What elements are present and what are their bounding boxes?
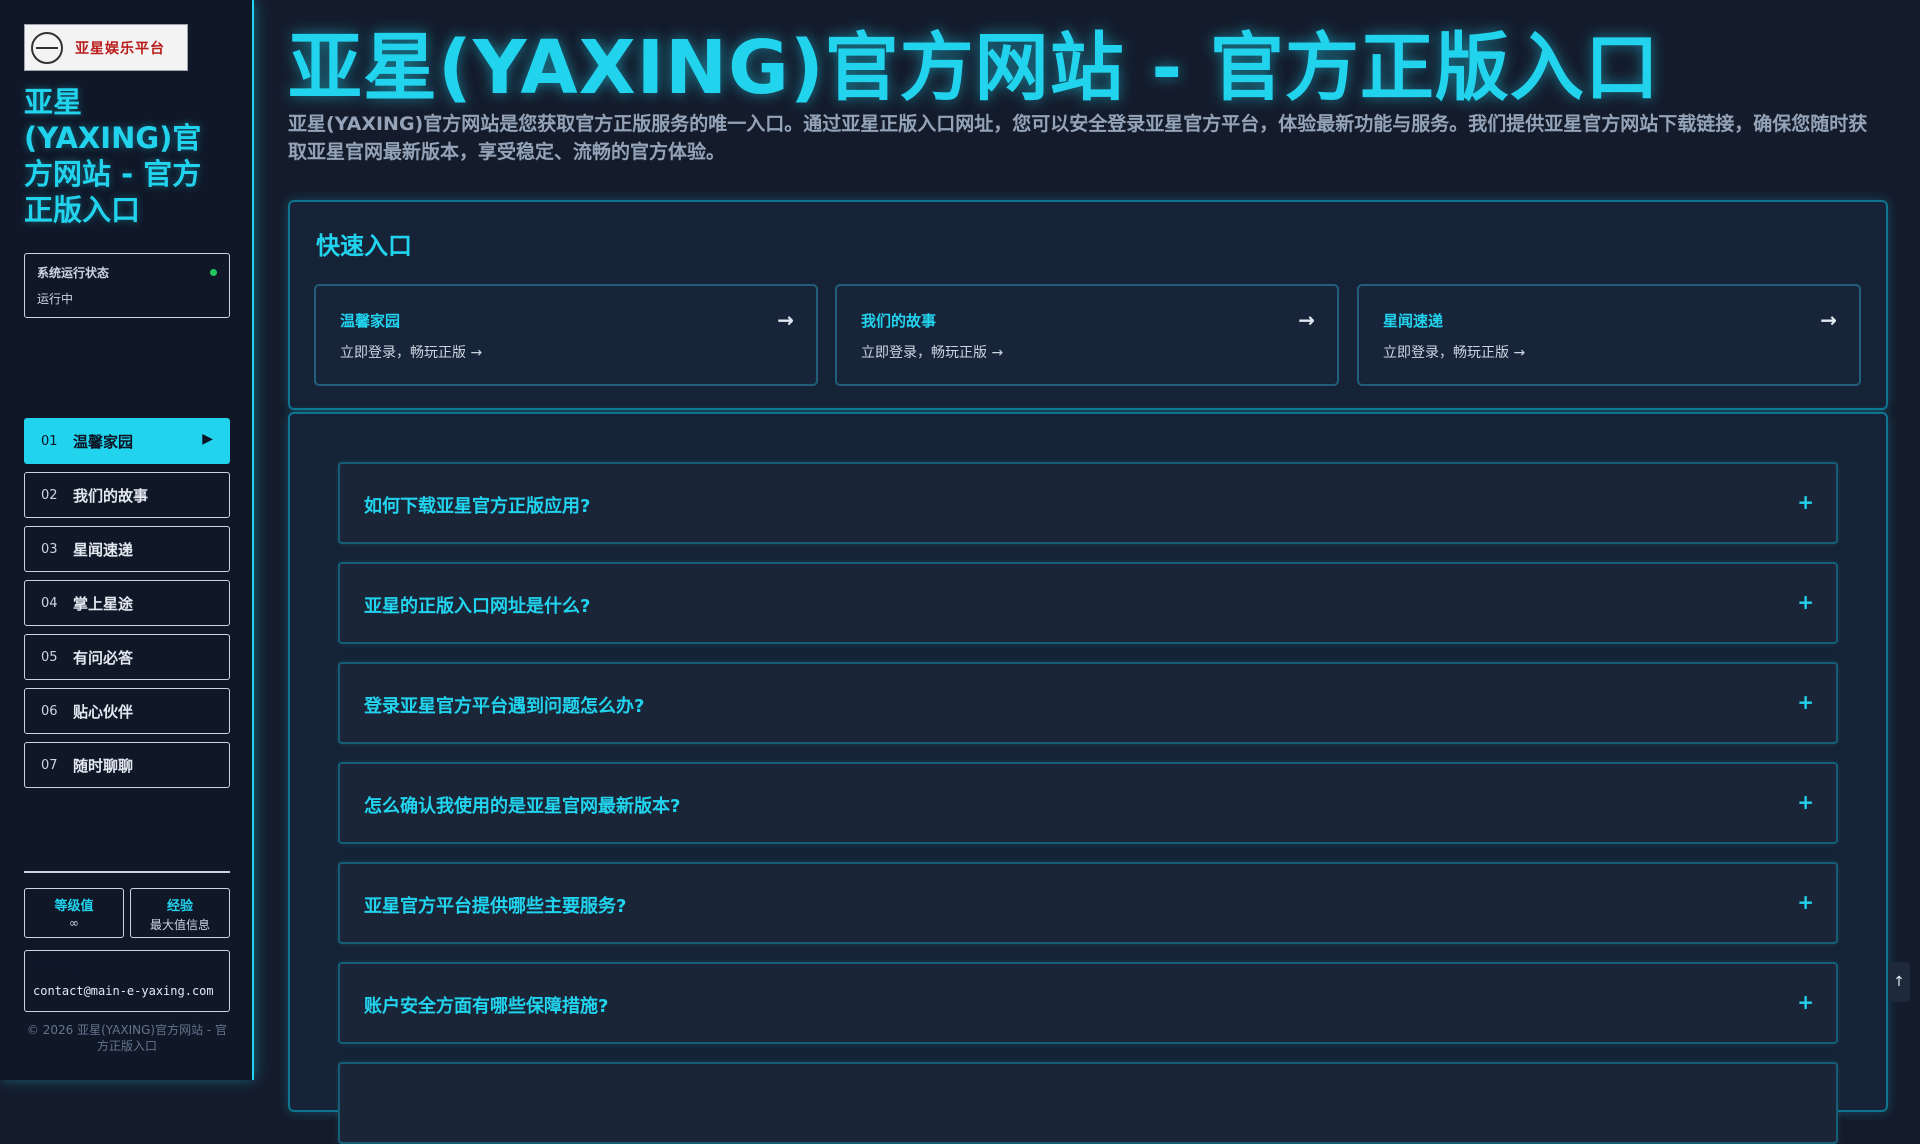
- faq-item[interactable]: 账户安全方面有哪些保障措施? +: [338, 962, 1838, 1044]
- quick-card-home[interactable]: 温馨家园 立即登录，畅玩正版 → →: [314, 284, 818, 386]
- plus-icon: +: [1797, 990, 1814, 1014]
- play-arrow-icon: ▶: [202, 431, 213, 447]
- sidebar-item-story[interactable]: 02 我们的故事: [24, 472, 230, 518]
- nav-item-number: 06: [41, 703, 58, 719]
- nav-item-label: 掌上星途: [73, 594, 134, 613]
- quick-card-story[interactable]: 我们的故事 立即登录，畅玩正版 → →: [835, 284, 1339, 386]
- stat-level: 等级值 ∞: [24, 888, 124, 938]
- sidebar-item-home[interactable]: 01 温馨家园 ▶: [24, 418, 230, 464]
- sidebar-item-faq[interactable]: 05 有问必答: [24, 634, 230, 680]
- faq-question: 如何下载亚星官方正版应用?: [364, 496, 591, 517]
- faq-item[interactable]: 亚星官方平台提供哪些主要服务? +: [338, 862, 1838, 944]
- quick-card-subtitle: 立即登录，畅玩正版 →: [340, 345, 483, 361]
- contact-email-link[interactable]: contact@main-e-yaxing.com: [33, 984, 221, 998]
- faq-question: 怎么确认我使用的是亚星官网最新版本?: [364, 796, 681, 817]
- nav-item-number: 05: [41, 649, 58, 665]
- sidebar-site-title: 亚星(YAXING)官方网站 - 官方正版入口: [24, 85, 202, 227]
- sidebar-divider: [24, 871, 230, 873]
- quick-card-news[interactable]: 星闻速递 立即登录，畅玩正版 → →: [1357, 284, 1861, 386]
- nav-item-number: 07: [41, 757, 58, 773]
- quick-card-subtitle: 立即登录，畅玩正版 →: [1383, 345, 1526, 361]
- system-status-card: 系统运行状态 运行中: [24, 253, 230, 318]
- quick-access-panel: 快速入口 温馨家园 立即登录，畅玩正版 → → 我们的故事 立即登录，畅玩正版 …: [288, 200, 1888, 410]
- arrow-right-icon: →: [1298, 308, 1315, 332]
- sidebar-item-partners[interactable]: 06 贴心伙伴: [24, 688, 230, 734]
- quick-card-title: 我们的故事: [861, 312, 937, 330]
- sidebar-item-mobile[interactable]: 04 掌上星途: [24, 580, 230, 626]
- quick-access-title: 快速入口: [316, 232, 412, 260]
- faq-item[interactable]: 登录亚星官方平台遇到问题怎么办? +: [338, 662, 1838, 744]
- nav-item-label: 我们的故事: [73, 486, 149, 505]
- quick-card-title: 温馨家园: [340, 312, 401, 330]
- stat-label: 等级值: [54, 899, 94, 914]
- back-to-top-button[interactable]: ↑: [1888, 962, 1910, 1002]
- faq-item[interactable]: 怎么确认我使用的是亚星官网最新版本? +: [338, 762, 1838, 844]
- plus-icon: +: [1797, 790, 1814, 814]
- quick-card-title: 星闻速递: [1383, 312, 1444, 330]
- contact-label: 联系客服: [33, 959, 82, 973]
- status-dot-icon: [210, 269, 217, 276]
- nav-item-number: 04: [41, 595, 58, 611]
- stat-label: 经验: [166, 899, 193, 914]
- nav-item-label: 有问必答: [73, 648, 134, 667]
- nav-item-label: 星闻速递: [73, 540, 134, 559]
- stat-value: ∞: [69, 916, 79, 930]
- faq-item[interactable]: 如何下载亚星官方正版应用? +: [338, 462, 1838, 544]
- quick-card-subtitle: 立即登录，畅玩正版 →: [861, 345, 1004, 361]
- arrow-right-icon: →: [777, 308, 794, 332]
- stat-value: 最大值信息: [149, 918, 210, 932]
- plus-icon: +: [1797, 890, 1814, 914]
- arrow-right-icon: →: [1820, 308, 1837, 332]
- faq-item[interactable]: [338, 1062, 1838, 1144]
- logo-text: 亚星娱乐平台: [75, 40, 165, 57]
- page-intro: 亚星(YAXING)官方网站是您获取官方正版服务的唯一入口。通过亚星正版入口网址…: [288, 113, 1868, 163]
- copyright-text: © 2026 亚星(YAXING)官方网站 - 官方正版入口: [26, 1023, 228, 1053]
- faq-question: 亚星的正版入口网址是什么?: [364, 596, 591, 617]
- faq-question: 账户安全方面有哪些保障措施?: [364, 996, 609, 1017]
- nav-item-label: 温馨家园: [73, 432, 134, 451]
- plus-icon: +: [1797, 490, 1814, 514]
- faq-panel: 如何下载亚星官方正版应用? + 亚星的正版入口网址是什么? + 登录亚星官方平台…: [288, 412, 1888, 1144]
- faq-question: 登录亚星官方平台遇到问题怎么办?: [364, 696, 645, 717]
- nav-item-number: 01: [41, 433, 58, 449]
- contact-card: 联系客服 contact@main-e-yaxing.com: [24, 950, 230, 1012]
- nav-item-number: 03: [41, 541, 58, 557]
- page-title: 亚星(YAXING)官方网站 - 官方正版入口: [288, 25, 1660, 111]
- logo-emblem-icon: [31, 31, 63, 64]
- plus-icon: +: [1797, 690, 1814, 714]
- faq-item[interactable]: 亚星的正版入口网址是什么? +: [338, 562, 1838, 644]
- sidebar-nav: 01 温馨家园 ▶ 02 我们的故事 03 星闻速递 04 掌上星途 05 有问…: [24, 418, 230, 796]
- sidebar-item-chat[interactable]: 07 随时聊聊: [24, 742, 230, 788]
- sidebar-item-news[interactable]: 03 星闻速递: [24, 526, 230, 572]
- nav-item-number: 02: [41, 487, 58, 503]
- site-logo[interactable]: 亚星娱乐平台: [24, 24, 188, 71]
- stat-experience: 经验 最大值信息: [130, 888, 230, 938]
- nav-item-label: 贴心伙伴: [73, 702, 134, 721]
- status-label: 系统运行状态: [37, 266, 110, 280]
- status-value: 运行中: [37, 292, 74, 306]
- sidebar: 亚星娱乐平台 亚星(YAXING)官方网站 - 官方正版入口 系统运行状态 运行…: [0, 0, 254, 1080]
- plus-icon: +: [1797, 590, 1814, 614]
- nav-item-label: 随时聊聊: [73, 756, 134, 775]
- faq-question: 亚星官方平台提供哪些主要服务?: [364, 896, 627, 917]
